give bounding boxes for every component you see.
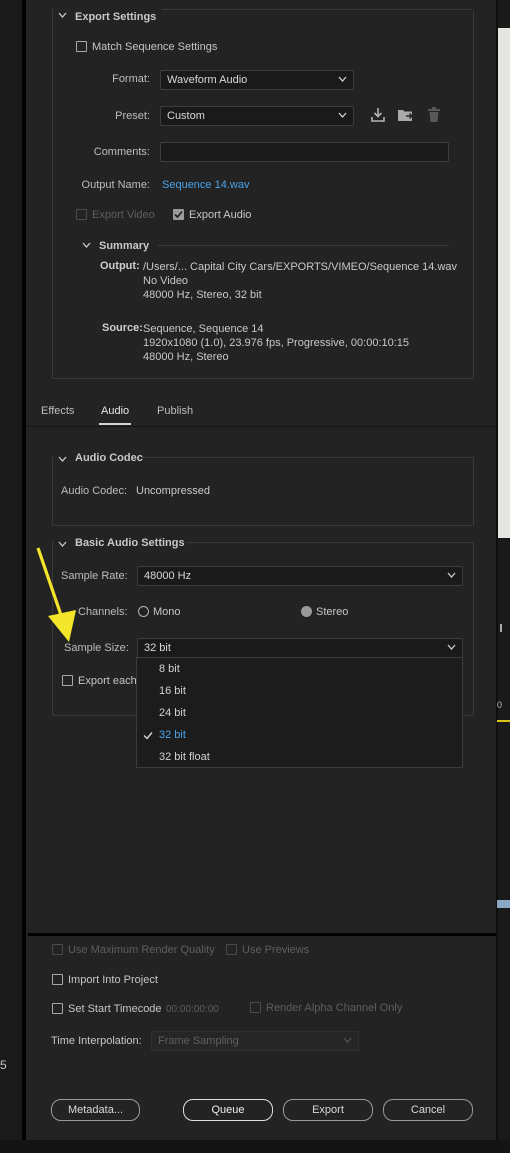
export-button[interactable]: Export [283, 1099, 373, 1121]
bottom-divider [28, 933, 496, 936]
import-into-project-checkbox[interactable] [52, 974, 63, 985]
dropdown-option-16bit[interactable]: 16 bit [159, 685, 186, 697]
export-video-checkbox[interactable] [76, 209, 87, 220]
sample-size-select[interactable]: 32 bit [137, 638, 463, 658]
chevron-down-icon [338, 112, 347, 118]
preset-label: Preset: [115, 110, 150, 122]
summary-source-label: Source: [102, 322, 143, 334]
right-edge-marker [497, 624, 510, 632]
summary-source-line: 48000 Hz, Stereo [143, 351, 229, 363]
audio-codec-title: Audio Codec [75, 452, 143, 464]
time-interpolation-select[interactable]: Frame Sampling [151, 1031, 359, 1051]
right-edge-zero: 0 [497, 700, 503, 710]
sample-rate-value: 48000 Hz [144, 570, 192, 582]
summary-output-label: Output: [100, 260, 140, 272]
right-edge-clip [497, 900, 510, 908]
set-start-timecode-label: Set Start Timecode [68, 1003, 162, 1015]
chevron-down-icon [447, 644, 456, 650]
render-alpha-label: Render Alpha Channel Only [266, 1002, 403, 1014]
audio-codec-label: Audio Codec: [61, 485, 128, 497]
dropdown-option-8bit[interactable]: 8 bit [159, 663, 180, 675]
export-each-label: Export each [78, 675, 137, 687]
summary-source-line: Sequence, Sequence 14 [143, 323, 264, 335]
tab-effects[interactable]: Effects [41, 405, 74, 417]
sample-rate-select[interactable]: 48000 Hz [137, 566, 463, 586]
comments-input[interactable] [160, 142, 449, 162]
use-previews-checkbox[interactable] [226, 944, 237, 955]
channels-label: Channels: [78, 606, 128, 618]
dropdown-option-32bit-float[interactable]: 32 bit float [159, 751, 210, 763]
tab-audio[interactable]: Audio [101, 405, 129, 417]
summary-rule [158, 245, 449, 246]
metadata-button[interactable]: Metadata... [51, 1099, 140, 1121]
match-sequence-label: Match Sequence Settings [92, 41, 218, 53]
chevron-down-icon[interactable] [58, 454, 67, 466]
right-edge-playhead [497, 720, 510, 722]
summary-source-lines: Sequence, Sequence 14 1920x1080 (1.0), 2… [143, 322, 409, 364]
match-sequence-checkbox[interactable] [76, 41, 87, 52]
export-settings-title: Export Settings [75, 11, 157, 23]
basic-audio-title: Basic Audio Settings [75, 537, 185, 549]
summary-title: Summary [99, 240, 150, 252]
import-preset-icon[interactable] [370, 107, 386, 126]
comments-label: Comments: [93, 146, 150, 158]
export-audio-checkbox[interactable] [173, 209, 184, 220]
format-select[interactable]: Waveform Audio [160, 70, 354, 90]
mono-radio[interactable] [138, 606, 149, 617]
tab-publish[interactable]: Publish [157, 405, 193, 417]
settings-tabbar [26, 396, 496, 427]
summary-source-line: 1920x1080 (1.0), 23.976 fps, Progressive… [143, 337, 410, 349]
format-label: Format: [112, 73, 150, 85]
format-value: Waveform Audio [167, 74, 248, 86]
import-into-project-label: Import Into Project [68, 974, 158, 986]
time-interpolation-label: Time Interpolation: [51, 1035, 142, 1047]
bottom-app-strip [0, 1140, 510, 1153]
output-name-link[interactable]: Sequence 14.wav [162, 179, 249, 191]
tab-audio-underline [99, 423, 131, 425]
use-previews-label: Use Previews [242, 944, 310, 956]
summary-output-line: No Video [143, 275, 189, 287]
export-audio-label: Export Audio [189, 209, 252, 221]
left-app-strip [0, 0, 22, 1153]
right-panel-border [496, 0, 498, 1153]
chevron-down-icon[interactable] [58, 11, 67, 21]
summary-output-line: 48000 Hz, Stereo, 32 bit [143, 289, 262, 301]
start-timecode-value[interactable]: 00:00:00:00 [166, 1004, 219, 1015]
stereo-label: Stereo [316, 606, 349, 618]
export-each-checkbox[interactable] [62, 675, 73, 686]
trash-icon[interactable] [427, 107, 441, 126]
max-render-checkbox[interactable] [52, 944, 63, 955]
max-render-label: Use Maximum Render Quality [68, 944, 215, 956]
preset-value: Custom [167, 110, 205, 122]
checkmark-icon [143, 732, 153, 740]
export-video-label: Export Video [92, 209, 155, 221]
summary-output-lines: /Users/... Capital City Cars/EXPORTS/VIM… [143, 260, 457, 302]
audio-codec-value: Uncompressed [136, 485, 210, 497]
cancel-button[interactable]: Cancel [383, 1099, 473, 1121]
chevron-down-icon[interactable] [82, 240, 91, 252]
chevron-down-icon [447, 572, 456, 578]
output-name-label: Output Name: [81, 179, 150, 191]
checkmark-icon [174, 210, 183, 219]
stereo-radio[interactable] [301, 606, 312, 617]
right-preview-area [497, 28, 510, 538]
left-edge-number: 5 [0, 1058, 7, 1072]
dropdown-option-32bit[interactable]: 32 bit [159, 729, 186, 741]
render-alpha-checkbox[interactable] [250, 1002, 261, 1013]
chevron-down-icon [343, 1037, 352, 1043]
sample-size-value: 32 bit [144, 642, 171, 654]
mono-label: Mono [153, 606, 181, 618]
time-interpolation-value: Frame Sampling [158, 1035, 239, 1047]
set-start-timecode-checkbox[interactable] [52, 1003, 63, 1014]
chevron-down-icon [338, 76, 347, 82]
dropdown-option-24bit[interactable]: 24 bit [159, 707, 186, 719]
summary-output-line: /Users/... Capital City Cars/EXPORTS/VIM… [143, 261, 458, 273]
queue-button[interactable]: Queue [183, 1099, 273, 1121]
annotation-arrow [36, 547, 76, 642]
save-preset-icon[interactable] [397, 107, 415, 126]
sample-size-dropdown: 8 bit 16 bit 24 bit 32 bit 32 bit float [136, 657, 463, 768]
preset-select[interactable]: Custom [160, 106, 354, 126]
